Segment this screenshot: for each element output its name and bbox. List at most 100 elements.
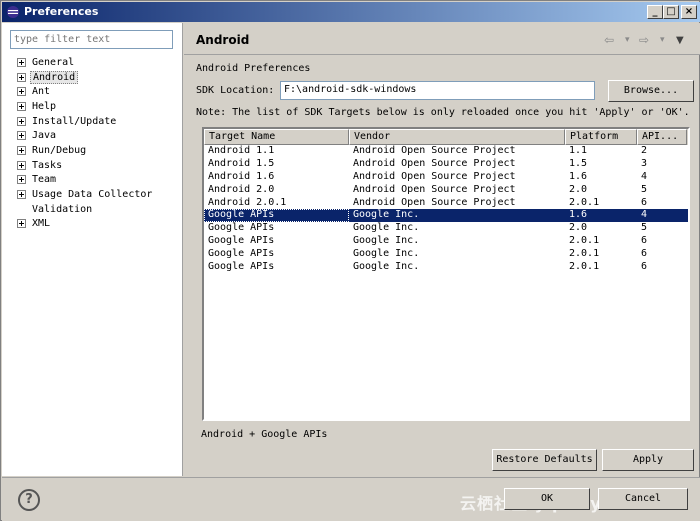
tree-item-tasks[interactable]: Tasks [17,158,154,173]
cell-vendor: Android Open Source Project [353,145,516,156]
expand-plus-icon[interactable] [17,101,26,111]
window-title: Preferences [24,5,99,18]
tree-item-android[interactable]: Android [17,70,154,85]
table-row[interactable]: Android 1.1 Android Open Source Project 1.… [204,145,688,158]
cell-api: 6 [641,235,648,247]
tree-item-general[interactable]: General [17,55,154,70]
sdk-location-label: SDK Location: [196,85,275,96]
expand-plus-icon[interactable] [17,72,26,82]
tree-item-ant[interactable]: Ant [17,84,154,99]
cell-platform: 2.0.1 [569,235,600,247]
expand-plus-icon[interactable] [17,175,26,185]
sdk-location-input[interactable]: F:\android-sdk-windows [280,81,595,100]
maximize-button[interactable]: □ [663,5,679,19]
back-history-chevron-icon[interactable]: ▾ [625,35,630,45]
column-header-api[interactable]: API... [637,129,687,145]
expand-plus-icon[interactable] [17,219,26,229]
cell-platform: 2.0.1 [569,248,600,260]
selected-target-description: Android + Google APIs [201,429,328,440]
help-icon[interactable]: ? [18,489,40,511]
sdk-targets-table: Target Name Vendor Platform API... Andro… [202,127,690,421]
apply-button[interactable]: Apply [602,449,694,471]
close-button[interactable]: × [681,5,697,19]
tree-item-xml[interactable]: XML [17,217,154,232]
restore-defaults-button[interactable]: Restore Defaults [492,449,597,471]
tree-item-label: Run/Debug [32,144,87,156]
tree-item-label: Tasks [32,159,63,171]
cell-vendor: Android Open Source Project [353,183,516,195]
column-header-vendor[interactable]: Vendor [349,129,565,145]
expand-plus-icon[interactable] [17,131,26,141]
table-header: Target Name Vendor Platform API... [204,129,688,145]
android-preference-page: Android ⇦ ▾ ⇨ ▾ ▼ Android Preferences SD… [184,23,700,476]
expand-plus-icon[interactable] [17,116,26,126]
dialog-button-bar: ? 云栖社区 yq.aliyun.com OK Cancel [2,477,700,521]
tree-item-help[interactable]: Help [17,99,154,114]
cell-api: 4 [641,209,648,221]
cell-api: 4 [641,170,648,182]
cell-platform: 2.0.1 [569,261,600,273]
tree-item-label: General [32,56,75,68]
tree-item-label: Team [32,174,57,186]
cell-vendor: Android Open Source Project [353,157,516,169]
cancel-button[interactable]: Cancel [598,488,688,510]
cell-target-name: Android 1.5 [208,157,275,169]
sdk-targets-note: Note: The list of SDK Targets below is o… [196,107,690,118]
cell-target-name: Google APIs [208,261,275,273]
forward-history-chevron-icon[interactable]: ▾ [660,35,665,45]
table-row[interactable]: Google APIs Google Inc. 2.0.1 6 [204,248,688,261]
expand-plus-icon[interactable] [17,160,26,170]
eclipse-app-icon [7,6,19,18]
tree-item-java[interactable]: Java [17,128,154,143]
filter-input[interactable] [10,30,173,49]
tree-item-usage-data-collector[interactable]: Usage Data Collector [17,187,154,202]
table-row[interactable]: Google APIs Google Inc. 2.0 5 [204,222,688,235]
preferences-dialog: Preferences _ □ × General Android Ant Help I… [0,0,700,521]
tree-item-label: Java [32,130,57,142]
tree-item-team[interactable]: Team [17,173,154,188]
tree-item-label: Ant [32,86,51,98]
table-row[interactable]: Android 1.5 Android Open Source Project 1.… [204,158,688,171]
expand-plus-icon[interactable] [17,57,26,67]
tree-item-run-debug[interactable]: Run/Debug [17,143,154,158]
tree-item-label: Validation [32,203,93,215]
expand-plus-icon[interactable] [17,87,26,97]
cell-platform: 1.5 [569,157,588,169]
cell-target-name: Google APIs [204,209,349,223]
cell-api: 5 [641,183,648,195]
tree-item-label: Android [30,70,79,84]
table-row[interactable]: Google APIs Google Inc. 1.6 4 [204,209,688,223]
table-row[interactable]: Google APIs Google Inc. 2.0.1 6 [204,261,688,274]
cell-vendor: Google Inc. [353,248,420,260]
cell-platform: 2.0 [569,183,588,195]
section-label: Android Preferences [196,63,311,74]
tree-item-label: XML [32,218,51,230]
expand-plus-icon[interactable] [17,145,26,155]
cell-api: 5 [641,222,648,234]
tree-item-validation[interactable]: Validation [17,202,154,217]
cell-target-name: Android 1.6 [208,170,275,182]
browse-button[interactable]: Browse... [608,80,694,102]
column-header-target-name[interactable]: Target Name [204,129,349,145]
tree-item-label: Help [32,100,57,112]
title-bar[interactable]: Preferences _ □ × [2,2,700,22]
cell-vendor: Google Inc. [353,261,420,273]
column-header-platform[interactable]: Platform [565,129,637,145]
table-row[interactable]: Google APIs Google Inc. 2.0.1 6 [204,235,688,248]
table-row[interactable]: Android 2.0 Android Open Source Project 2.… [204,184,688,197]
preference-tree-panel: General Android Ant Help Install/Update Java R… [2,23,183,476]
forward-arrow-icon[interactable]: ⇨ [639,33,649,47]
expand-plus-icon[interactable] [17,190,26,200]
view-menu-icon[interactable]: ▼ [676,35,684,46]
page-title: Android [196,33,250,47]
cell-target-name: Google APIs [208,235,275,247]
table-row[interactable]: Android 2.0.1 Android Open Source Project… [204,197,688,210]
minimize-button[interactable]: _ [647,5,663,19]
ok-button[interactable]: OK [504,488,590,510]
table-row[interactable]: Android 1.6 Android Open Source Project 1.… [204,171,688,184]
cell-platform: 2.0 [569,222,588,234]
cell-platform: 1.1 [569,145,588,156]
cell-api: 6 [641,248,648,260]
back-arrow-icon[interactable]: ⇦ [604,33,614,47]
tree-item-install-update[interactable]: Install/Update [17,114,154,129]
